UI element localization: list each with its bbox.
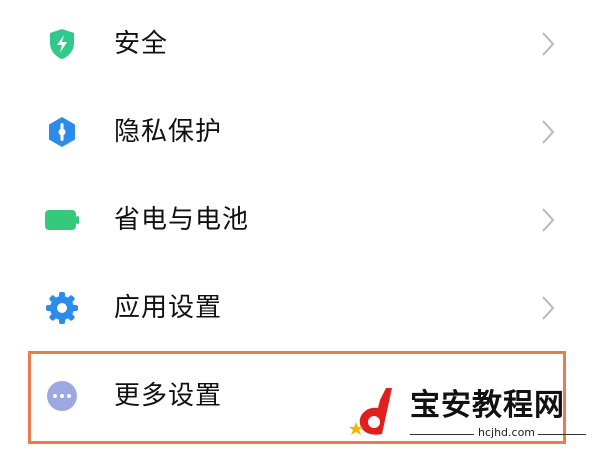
- gear-icon: [46, 292, 78, 324]
- watermark-title: 宝安教程网: [410, 388, 565, 423]
- settings-item-label: 隐私保护: [114, 117, 223, 147]
- settings-item-label: 应用设置: [114, 293, 223, 323]
- chevron-right-icon: [542, 296, 555, 320]
- settings-item-security[interactable]: 安全: [0, 0, 600, 88]
- watermark-logo-icon: [349, 388, 392, 435]
- chevron-right-icon: [542, 208, 555, 232]
- settings-item-battery[interactable]: 省电与电池: [0, 176, 600, 264]
- shield-icon: [50, 29, 74, 59]
- settings-screen: 安全 隐私保护 省电与电池 应用设置 更多设置 宝安教程网 hcjhd.com: [0, 0, 600, 450]
- chevron-right-icon: [542, 32, 555, 56]
- settings-item-privacy[interactable]: 隐私保护: [0, 88, 600, 176]
- watermark-line-left: [410, 434, 474, 435]
- watermark-line-right: [538, 434, 586, 435]
- battery-icon: [45, 210, 79, 230]
- settings-item-label: 省电与电池: [114, 205, 250, 235]
- watermark: 宝安教程网 hcjhd.com: [346, 382, 600, 450]
- settings-item-label: 安全: [114, 29, 169, 59]
- privacy-icon: [49, 117, 75, 147]
- chevron-right-icon: [542, 120, 555, 144]
- watermark-domain: hcjhd.com: [478, 426, 536, 439]
- settings-item-app-settings[interactable]: 应用设置: [0, 264, 600, 352]
